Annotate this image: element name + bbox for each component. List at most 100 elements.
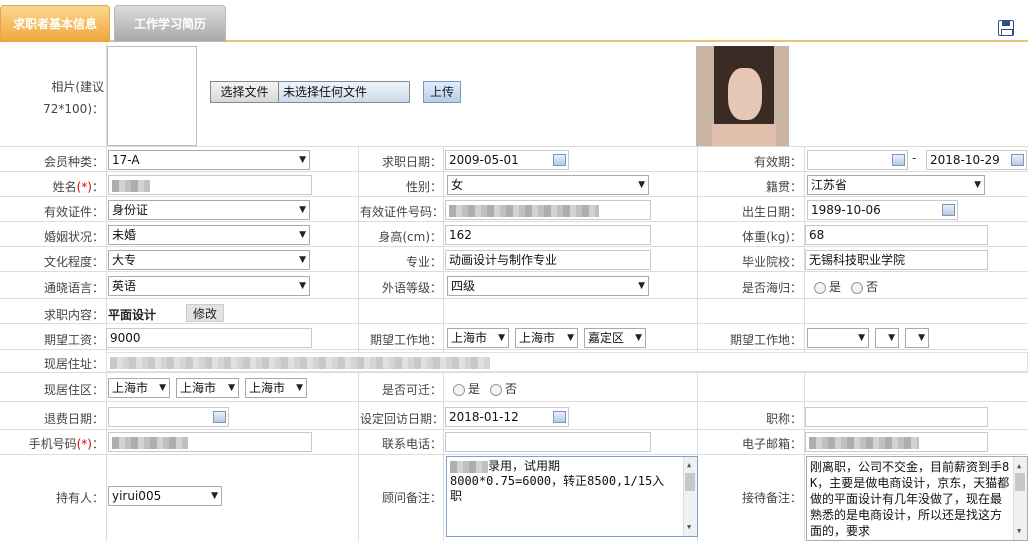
reception-note-text: 刚离职，公司不交金，目前薪资到手8K，主要是做电商设计，京东，天猫都做的平面设计… [810, 460, 1010, 538]
name-label: 姓名(*)： [52, 180, 104, 194]
education-value: 大专 [112, 253, 137, 267]
salary-input[interactable]: 9000 [106, 328, 312, 348]
district-city-select[interactable]: 上海市 ▼ [176, 378, 239, 398]
tab-basic-info[interactable]: 求职者基本信息 [0, 5, 110, 42]
education-label: 文化程度： [43, 255, 104, 269]
foreign-level-value: 四级 [451, 279, 476, 293]
phone-label: 联系电话： [381, 437, 442, 451]
calendar-icon[interactable] [213, 411, 226, 423]
row-divider [0, 196, 1028, 197]
row-divider [0, 429, 1028, 430]
work-place-district-select[interactable]: 嘉定区 ▼ [584, 328, 646, 348]
relocate-no-radio[interactable]: 否 [490, 380, 517, 397]
work-place2-label: 期望工作地： [729, 333, 802, 347]
mobile-label: 手机号码(*)： [28, 437, 104, 451]
gender-select[interactable]: 女 ▼ [447, 175, 649, 195]
education-select[interactable]: 大专 ▼ [108, 250, 310, 270]
refund-date-input[interactable] [108, 407, 229, 427]
choose-file-button[interactable]: 选择文件 [211, 82, 279, 102]
scrollbar[interactable] [683, 457, 697, 536]
consultant-note-textarea[interactable]: 录用，试用期 8000*0.75=6000，转正8500,1/15入 职 [446, 456, 698, 537]
apply-date-input[interactable]: 2009-05-01 [445, 150, 569, 170]
marital-select[interactable]: 未婚 ▼ [108, 225, 310, 245]
salary-label: 期望工资： [43, 333, 104, 347]
valid-to-input[interactable]: 2018-10-29 [926, 150, 1027, 170]
name-input[interactable] [108, 175, 312, 195]
returnee-yes-radio[interactable]: 是 [814, 278, 841, 295]
district-label: 现居住区： [43, 383, 104, 397]
native-label: 籍贯： [765, 180, 802, 194]
school-input[interactable]: 无锡科技职业学院 [805, 250, 988, 270]
holder-value: yirui005 [112, 489, 162, 503]
major-label: 专业： [405, 255, 442, 269]
district-province-value: 上海市 [112, 381, 149, 395]
weight-input[interactable]: 68 [805, 225, 988, 245]
height-label: 身高(cm)： [378, 230, 442, 244]
tab-work-study-resume[interactable]: 工作学习简历 [114, 5, 226, 42]
tab-bar: 求职者基本信息 工作学习简历 [0, 0, 1028, 42]
weight-label: 体重(kg)： [742, 230, 802, 244]
modify-button[interactable]: 修改 [186, 304, 224, 322]
calendar-icon[interactable] [892, 154, 905, 166]
calendar-icon[interactable] [553, 411, 566, 423]
language-select[interactable]: 英语 ▼ [108, 276, 310, 296]
work-place2-province-select[interactable]: ▼ [807, 328, 869, 348]
district-district-value: 上海市 [249, 381, 286, 395]
calendar-icon[interactable] [553, 154, 566, 166]
row-divider [0, 372, 1028, 373]
relocate-label: 是否可迁： [381, 383, 442, 397]
consultant-note-line: 8000*0.75=6000，转正8500,1/15入 [450, 474, 665, 488]
id-no-input[interactable] [445, 200, 651, 220]
work-place2-district-select[interactable]: ▼ [905, 328, 929, 348]
work-place2-city-select[interactable]: ▼ [875, 328, 899, 348]
gender-label: 性别： [405, 180, 442, 194]
revisit-date-input[interactable]: 2018-01-12 [445, 407, 569, 427]
birth-label: 出生日期： [741, 205, 802, 219]
language-label: 通晓语言： [43, 281, 104, 295]
foreign-level-select[interactable]: 四级 ▼ [447, 276, 649, 296]
divider [804, 146, 805, 541]
holder-select[interactable]: yirui005 ▼ [108, 486, 222, 506]
native-value: 江苏省 [811, 178, 848, 192]
height-input[interactable]: 162 [445, 225, 651, 245]
district-province-select[interactable]: 上海市 ▼ [108, 378, 170, 398]
work-place-province-value: 上海市 [451, 331, 488, 345]
file-input[interactable]: 选择文件 未选择任何文件 [210, 81, 410, 103]
phone-input[interactable] [445, 432, 651, 452]
major-input[interactable]: 动画设计与制作专业 [445, 250, 651, 270]
relocate-yes-radio[interactable]: 是 [453, 380, 480, 397]
calendar-icon[interactable] [942, 204, 955, 216]
member-type-value: 17-A [112, 153, 140, 167]
save-icon[interactable] [998, 20, 1014, 36]
mobile-input[interactable] [108, 432, 312, 452]
member-type-select[interactable]: 17-A ▼ [108, 150, 310, 170]
apply-date-value: 2009-05-01 [449, 153, 519, 167]
marital-value: 未婚 [112, 228, 137, 242]
divider [358, 146, 359, 541]
email-input[interactable] [805, 432, 988, 452]
returnee-no-radio[interactable]: 否 [851, 278, 878, 295]
row-divider [0, 349, 1028, 350]
work-place-city-select[interactable]: 上海市 ▼ [515, 328, 578, 348]
title-input[interactable] [805, 407, 988, 427]
work-place-label: 期望工作地： [369, 333, 442, 347]
row-divider [0, 221, 1028, 222]
work-place-province-select[interactable]: 上海市 ▼ [447, 328, 509, 348]
upload-button[interactable]: 上传 [423, 81, 461, 103]
district-district-select[interactable]: 上海市 ▼ [245, 378, 307, 398]
calendar-icon[interactable] [1011, 154, 1024, 166]
reception-note-textarea[interactable]: 刚离职，公司不交金，目前薪资到手8K，主要是做电商设计，京东，天猫都做的平面设计… [806, 456, 1028, 541]
address-input[interactable] [106, 352, 1028, 372]
id-type-select[interactable]: 身份证 ▼ [108, 200, 310, 220]
title-label: 职称： [765, 412, 802, 426]
birth-input[interactable]: 1989-10-06 [807, 200, 958, 220]
valid-period-label: 有效期： [753, 155, 802, 169]
address-label: 现居住址： [43, 357, 104, 371]
native-select[interactable]: 江苏省 ▼ [807, 175, 985, 195]
job-content-value: 平面设计 [108, 308, 157, 322]
scrollbar[interactable] [1013, 457, 1027, 540]
apply-date-label: 求职日期： [381, 155, 442, 169]
row-divider [0, 171, 1028, 172]
row-divider [0, 298, 1028, 299]
valid-from-input[interactable] [807, 150, 908, 170]
